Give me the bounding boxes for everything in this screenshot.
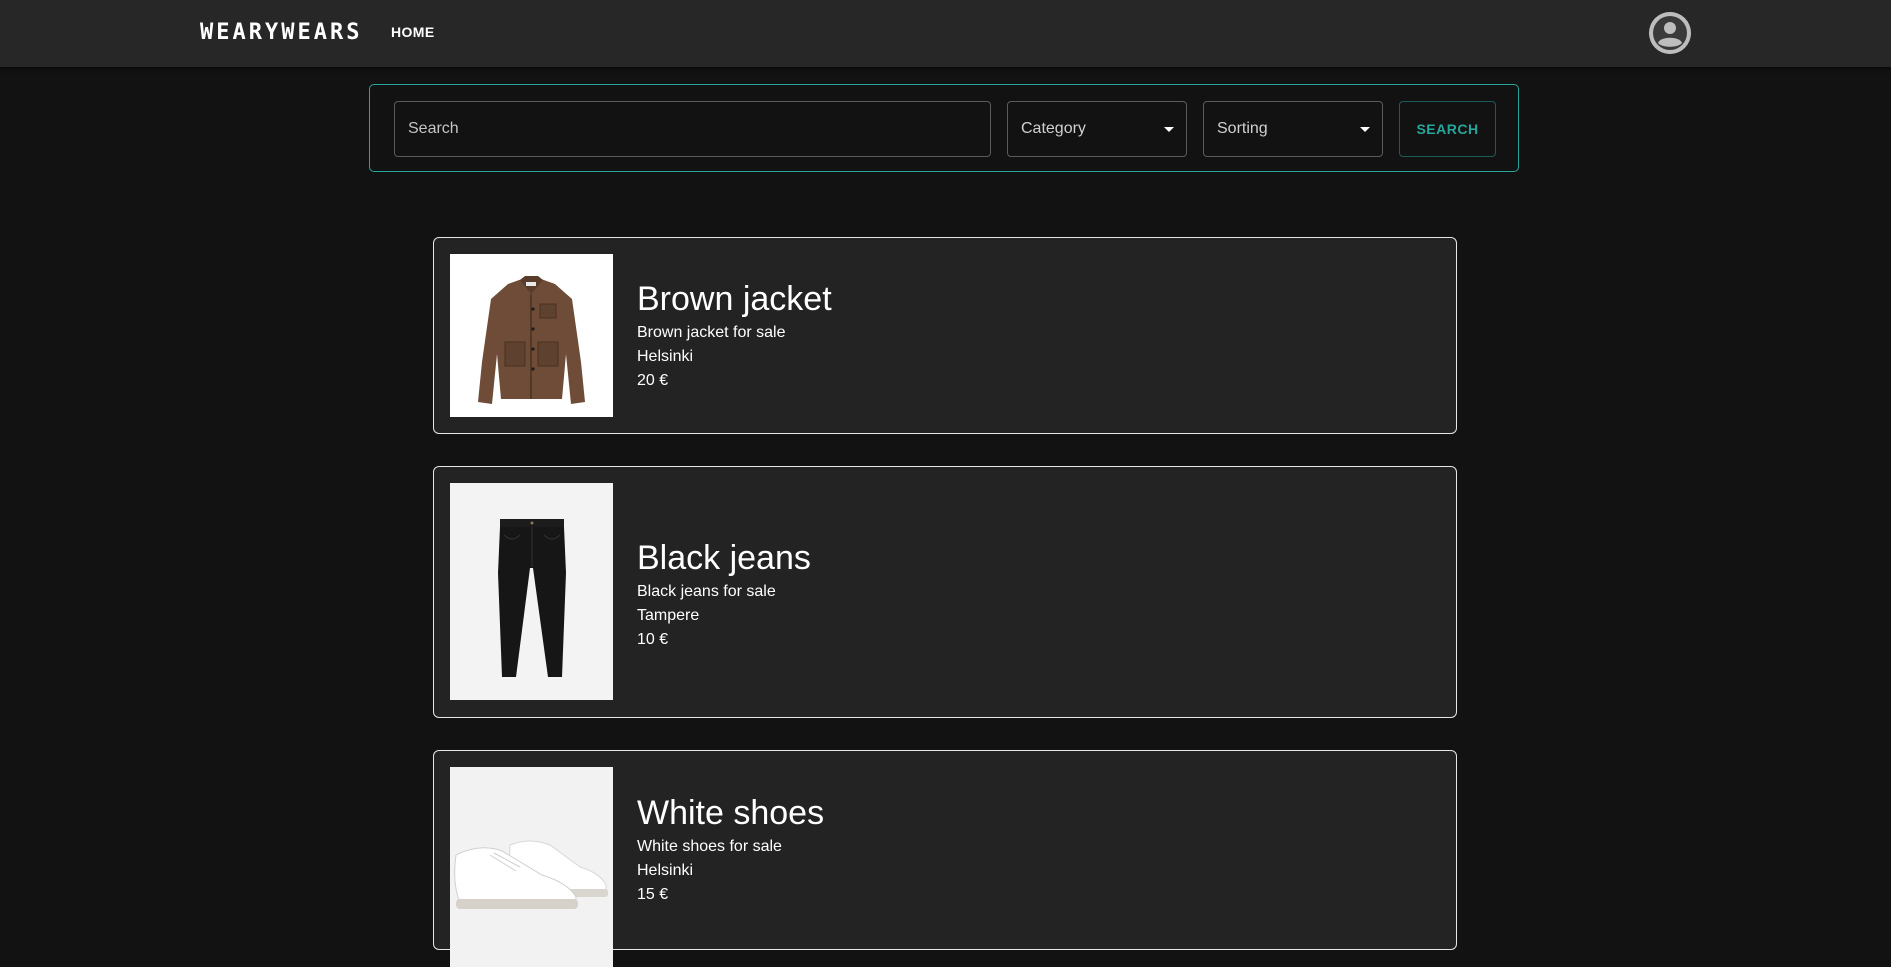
- listing-title: White shoes: [637, 794, 825, 832]
- listing-description: White shoes for sale: [637, 838, 782, 855]
- listing-location: Tampere: [637, 607, 700, 624]
- jacket-icon: [450, 254, 613, 417]
- listing-info: Black jeans Black jeans for sale Tampere…: [637, 538, 811, 652]
- listing-info: Brown jacket Brown jacket for sale Helsi…: [637, 279, 832, 393]
- listing-price: 10 €: [637, 631, 669, 648]
- listing-price: 15 €: [637, 886, 669, 903]
- dropdown-arrow-icon: [1164, 126, 1174, 132]
- dropdown-arrow-icon: [1360, 126, 1370, 132]
- account-avatar-button[interactable]: [1649, 12, 1691, 54]
- listing-price: 20 €: [637, 372, 669, 389]
- listing-description: Black jeans for sale: [637, 583, 776, 600]
- nav-home-link[interactable]: HOME: [391, 23, 435, 41]
- listing-card[interactable]: White shoes White shoes for sale Helsink…: [433, 750, 1457, 967]
- listing-location: Helsinki: [637, 862, 694, 879]
- white-shoes-image[interactable]: [450, 767, 613, 967]
- brown-jacket-image[interactable]: [450, 254, 613, 417]
- category-select[interactable]: Category: [1007, 101, 1187, 157]
- sorting-select[interactable]: Sorting: [1203, 101, 1383, 157]
- sorting-select-label: Sorting: [1217, 120, 1268, 137]
- listing-title: Brown jacket: [637, 280, 832, 318]
- shoes-icon: [450, 767, 613, 967]
- listing-location: Helsinki: [637, 348, 694, 365]
- listing-description: Brown jacket for sale: [637, 324, 786, 341]
- search-filter-panel: Category Sorting SEARCH: [369, 84, 1519, 172]
- search-input[interactable]: [395, 102, 990, 156]
- search-field: [394, 101, 991, 157]
- account-circle-icon: [1649, 12, 1691, 54]
- category-select-label: Category: [1021, 120, 1086, 137]
- listing-card[interactable]: Brown jacket Brown jacket for sale Helsi…: [433, 237, 1457, 434]
- black-jeans-image[interactable]: [450, 483, 613, 700]
- search-button[interactable]: SEARCH: [1399, 101, 1496, 157]
- top-app-bar: WEARYWEARS HOME: [0, 0, 1891, 67]
- jeans-icon: [450, 483, 613, 700]
- listing-title: Black jeans: [637, 539, 811, 577]
- listing-info: White shoes White shoes for sale Helsink…: [637, 793, 824, 907]
- listing-card[interactable]: Black jeans Black jeans for sale Tampere…: [433, 466, 1457, 718]
- brand-logo[interactable]: WEARYWEARS: [200, 20, 362, 46]
